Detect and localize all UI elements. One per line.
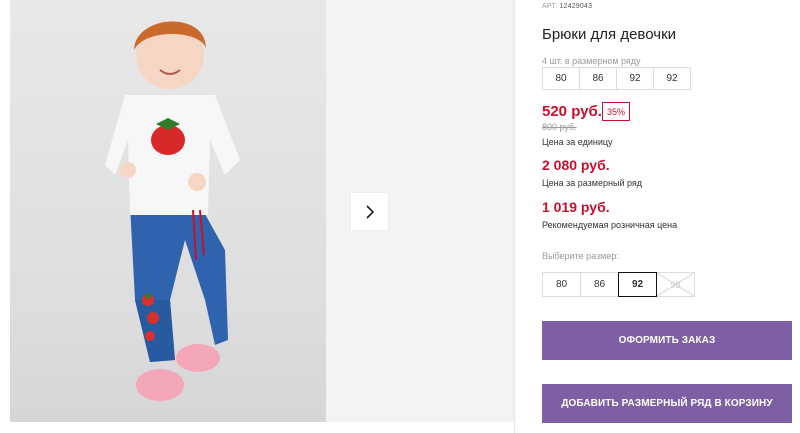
size-row-list: 80 86 92 92 xyxy=(542,67,691,90)
article-label: АРТ. xyxy=(542,3,558,10)
size-row-item: 80 xyxy=(542,67,580,90)
article-number: АРТ. 12429043 xyxy=(542,3,592,10)
size-row-price: 2 080 руб. xyxy=(542,157,610,173)
size-row-label: 4 шт. в размерном ряду xyxy=(542,56,641,66)
size-row-item: 92 xyxy=(653,67,691,90)
add-size-row-to-cart-button[interactable]: ДОБАВИТЬ РАЗМЕРНЫЙ РЯД В КОРЗИНУ xyxy=(542,384,792,423)
unit-price: 520 руб. xyxy=(542,103,602,120)
choose-size-label: Выберите размер: xyxy=(542,251,619,261)
size-option-98-unavailable: 98 xyxy=(656,272,695,297)
size-selector: 80 86 92 98 xyxy=(542,272,695,297)
size-option-label: 98 xyxy=(670,279,681,290)
size-option-92[interactable]: 92 xyxy=(618,272,657,297)
product-title: Брюки для девочки xyxy=(542,26,677,43)
size-option-86[interactable]: 86 xyxy=(580,272,619,297)
size-row-price-note: Цена за размерный ряд xyxy=(542,178,643,188)
child-photo-illustration xyxy=(105,21,240,401)
product-gallery xyxy=(0,0,514,433)
panel-divider xyxy=(514,0,515,433)
product-photo[interactable] xyxy=(10,0,326,422)
product-info-panel: АРТ. 12429043 Брюки для девочки 4 шт. в … xyxy=(542,0,800,433)
unit-price-note: Цена за единицу xyxy=(542,137,613,147)
article-value: 12429043 xyxy=(559,3,593,10)
next-image-button[interactable] xyxy=(350,192,389,231)
size-row-item: 92 xyxy=(616,67,654,90)
retail-price: 1 019 руб. xyxy=(542,199,610,215)
retail-price-note: Рекомендуемая розничная цена xyxy=(542,220,678,230)
size-option-80[interactable]: 80 xyxy=(542,272,581,297)
chevron-right-icon xyxy=(365,204,374,219)
discount-badge: 35% xyxy=(602,102,631,121)
size-row-item: 86 xyxy=(579,67,617,90)
old-price: 800 руб. xyxy=(542,122,577,132)
place-order-button[interactable]: ОФОРМИТЬ ЗАКАЗ xyxy=(542,321,792,360)
